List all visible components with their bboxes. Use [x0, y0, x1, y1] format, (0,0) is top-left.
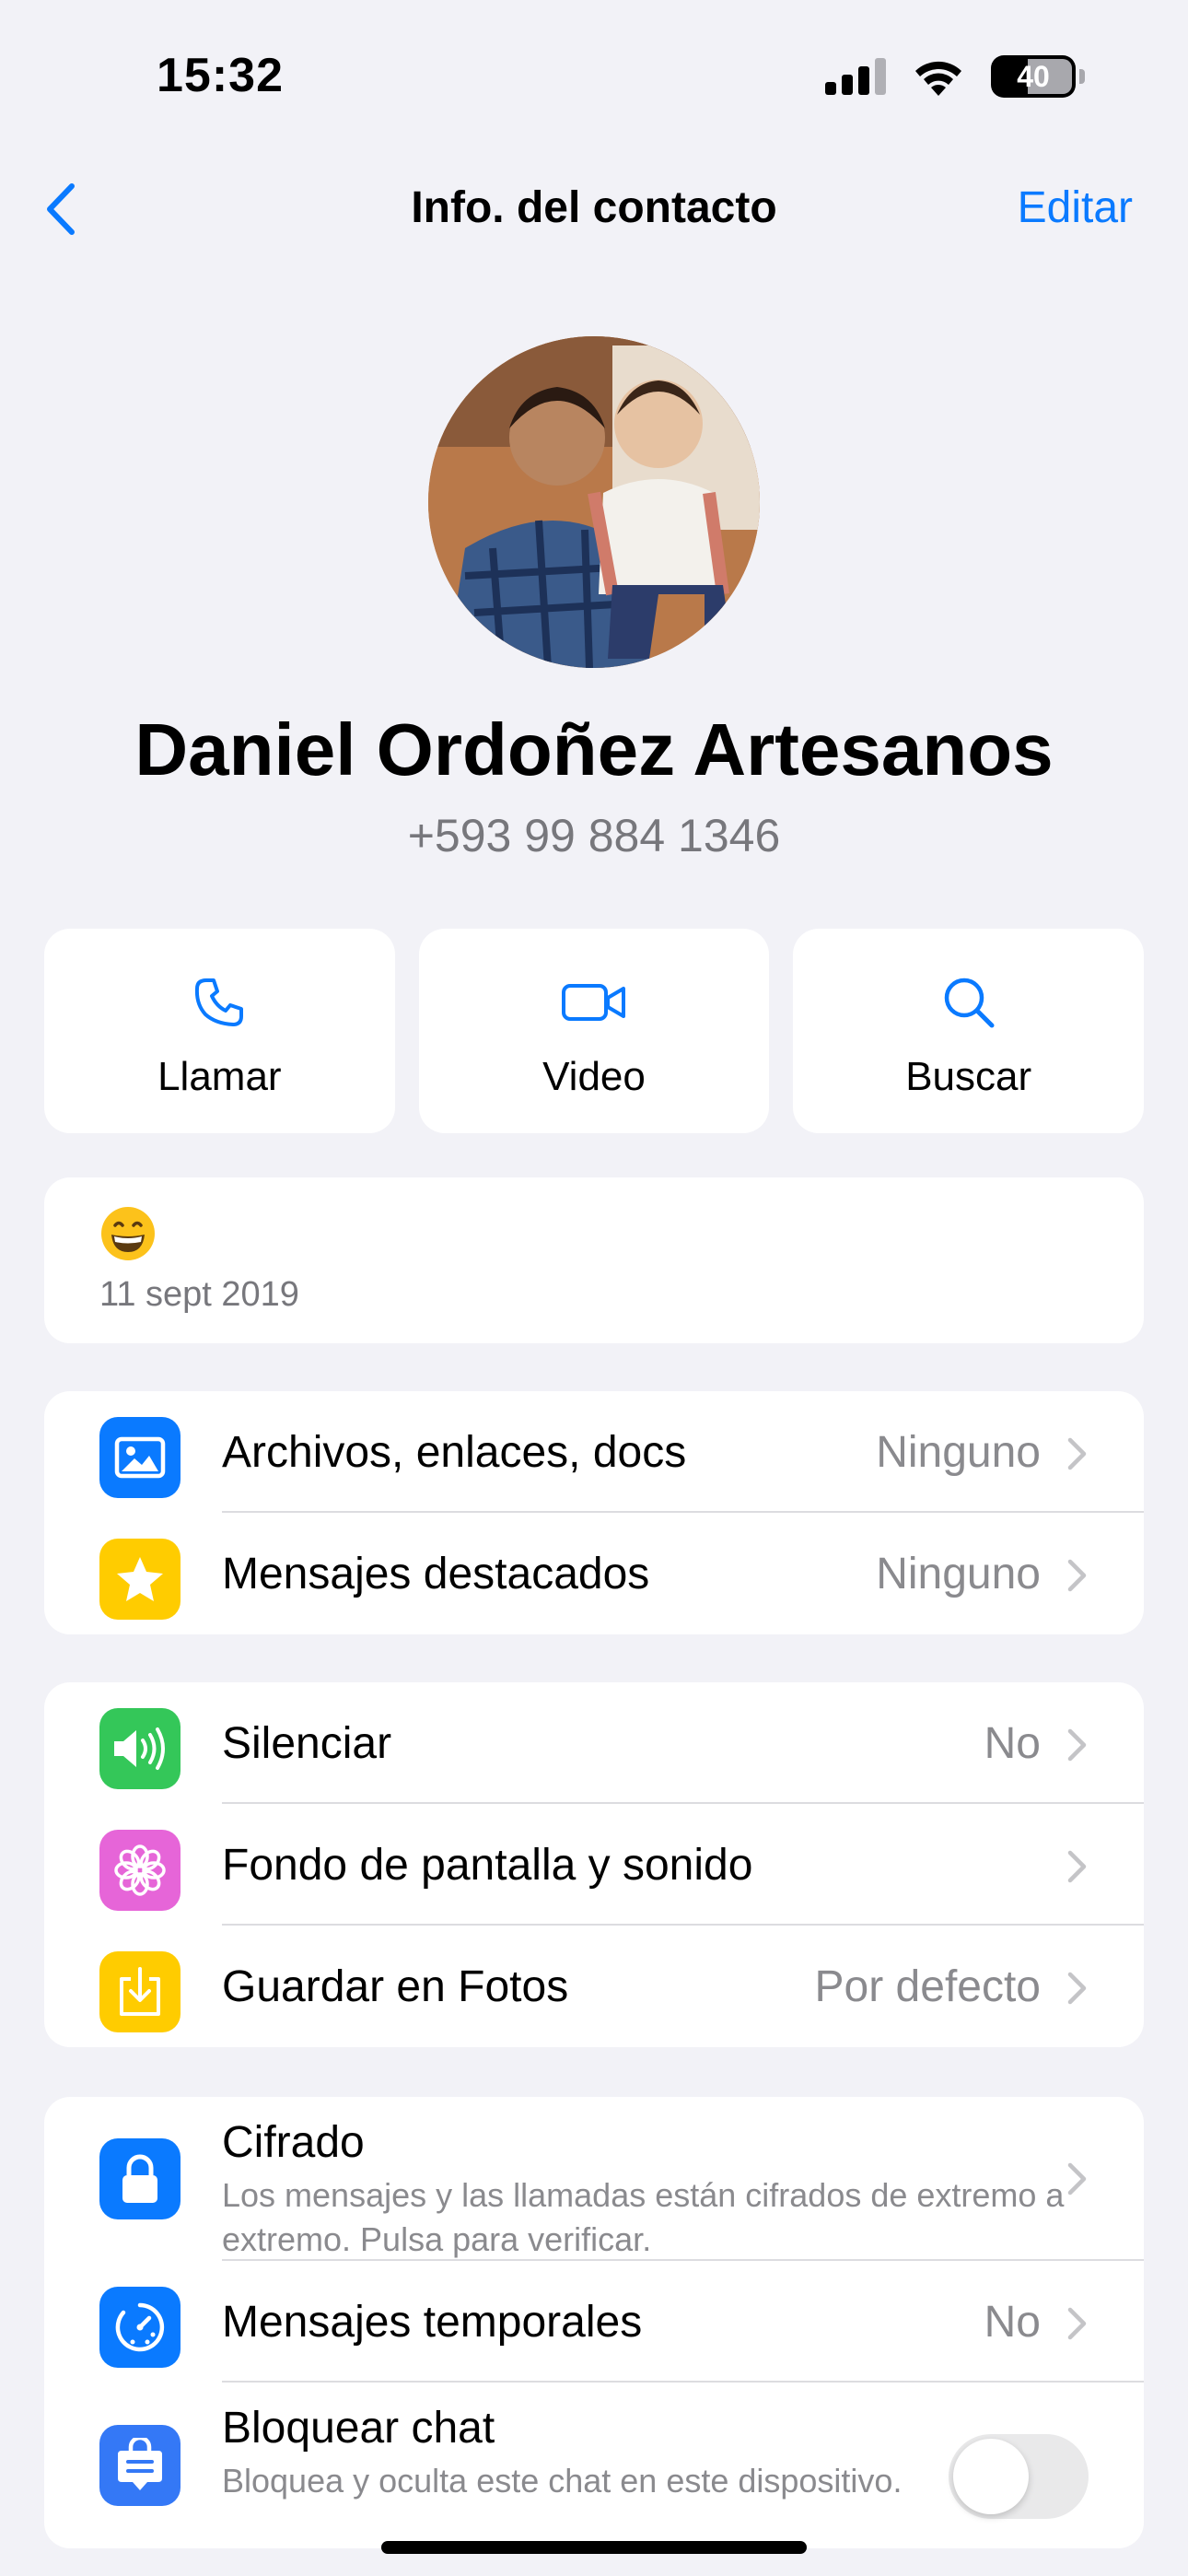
video-camera-icon — [562, 984, 625, 1021]
lock-chat-label: Bloquear chat — [222, 2404, 495, 2453]
chevron-right-icon — [1067, 1850, 1087, 1883]
chevron-right-icon — [1067, 2162, 1087, 2195]
chevron-right-icon — [1067, 1728, 1087, 1762]
encryption-text: Cifrado Los mensajes y las llamadas está… — [222, 2097, 1078, 2262]
avatar[interactable] — [428, 336, 760, 668]
save-to-photos-label: Guardar en Fotos — [222, 1961, 569, 2011]
encryption-subtitle: Los mensajes y las llamadas están cifrad… — [222, 2176, 1065, 2258]
privacy-section: Cifrado Los mensajes y las llamadas está… — [44, 2097, 1144, 2548]
mute-row[interactable]: Silenciar No — [44, 1682, 1144, 1804]
about-card[interactable]: 11 sept 2019 — [44, 1177, 1144, 1343]
grinning-face-icon — [101, 1207, 155, 1260]
video-button[interactable]: Video — [418, 929, 770, 1133]
avatar-photo — [428, 336, 760, 668]
about-date: 11 sept 2019 — [99, 1275, 299, 1314]
battery-indicator: 40 — [991, 55, 1076, 98]
page-title: Info. del contacto — [411, 183, 777, 232]
search-label: Buscar — [905, 1054, 1032, 1099]
download-icon — [99, 1951, 181, 2032]
files-links-docs-row[interactable]: Archivos, enlaces, docs Ninguno — [44, 1391, 1144, 1513]
quick-actions: Llamar Video Buscar — [44, 929, 1145, 1133]
lock-chat-subtitle: Bloquea y oculta este chat en este dispo… — [222, 2462, 903, 2500]
lock-chat-row[interactable]: Bloquear chat Bloquea y oculta este chat… — [44, 2383, 1144, 2548]
media-section: Archivos, enlaces, docs Ninguno Mensajes… — [44, 1391, 1144, 1634]
mute-value: No — [984, 1718, 1041, 1768]
save-to-photos-value: Por defecto — [814, 1961, 1041, 2011]
call-button[interactable]: Llamar — [44, 929, 395, 1133]
navigation-bar: Info. del contacto Editar — [0, 157, 1188, 263]
battery-cap — [1079, 69, 1085, 84]
save-to-photos-row[interactable]: Guardar en Fotos Por defecto — [44, 1926, 1144, 2047]
chevron-right-icon — [1067, 1972, 1087, 2005]
chevron-right-icon — [1067, 2307, 1087, 2340]
battery-level: 40 — [1017, 59, 1050, 93]
chevron-right-icon — [1067, 1559, 1087, 1592]
lock-icon — [99, 2138, 181, 2219]
wallpaper-sound-row[interactable]: Fondo de pantalla y sonido — [44, 1804, 1144, 1926]
chat-settings-section: Silenciar No Fondo de pantalla y sonido … — [44, 1682, 1144, 2047]
timer-icon — [99, 2287, 181, 2368]
call-label: Llamar — [157, 1054, 282, 1099]
encryption-label: Cifrado — [222, 2118, 365, 2167]
wifi-icon — [915, 61, 961, 96]
encryption-row[interactable]: Cifrado Los mensajes y las llamadas está… — [44, 2097, 1144, 2261]
video-label: Video — [542, 1054, 646, 1099]
edit-button[interactable]: Editar — [1018, 182, 1133, 233]
disappearing-messages-value: No — [984, 2297, 1041, 2347]
star-icon — [99, 1539, 181, 1620]
toggle-knob — [953, 2439, 1029, 2514]
wallpaper-sound-label: Fondo de pantalla y sonido — [222, 1840, 753, 1890]
status-time: 15:32 — [157, 49, 284, 102]
lock-chat-text: Bloquear chat Bloquea y oculta este chat… — [222, 2383, 940, 2503]
speaker-icon — [99, 1708, 181, 1789]
files-links-docs-value: Ninguno — [876, 1427, 1041, 1477]
contact-name: Daniel Ordoñez Artesanos — [134, 708, 1054, 790]
starred-messages-value: Ninguno — [876, 1549, 1041, 1598]
contact-phone: +593 99 884 1346 — [407, 810, 781, 861]
flower-icon — [99, 1830, 181, 1911]
status-icons: 40 — [825, 55, 1085, 98]
disappearing-messages-label: Mensajes temporales — [222, 2297, 643, 2347]
starred-messages-label: Mensajes destacados — [222, 1549, 650, 1598]
contact-info-screen: 15:32 40 Info. del contacto Editar Danie… — [0, 0, 1188, 2576]
files-links-docs-label: Archivos, enlaces, docs — [222, 1427, 687, 1477]
search-icon — [944, 978, 995, 1028]
disappearing-messages-row[interactable]: Mensajes temporales No — [44, 2261, 1144, 2383]
chat-lock-icon — [99, 2425, 181, 2506]
search-button[interactable]: Buscar — [793, 929, 1145, 1133]
lock-chat-toggle[interactable] — [949, 2434, 1089, 2519]
starred-messages-row[interactable]: Mensajes destacados Ninguno — [44, 1513, 1144, 1634]
signal-icon — [825, 58, 886, 95]
mute-label: Silenciar — [222, 1718, 392, 1768]
chevron-right-icon — [1067, 1437, 1087, 1470]
status-bar: 15:32 40 — [0, 0, 1188, 157]
photo-icon — [99, 1417, 181, 1498]
phone-icon — [195, 978, 244, 1026]
home-indicator[interactable] — [381, 2541, 807, 2554]
